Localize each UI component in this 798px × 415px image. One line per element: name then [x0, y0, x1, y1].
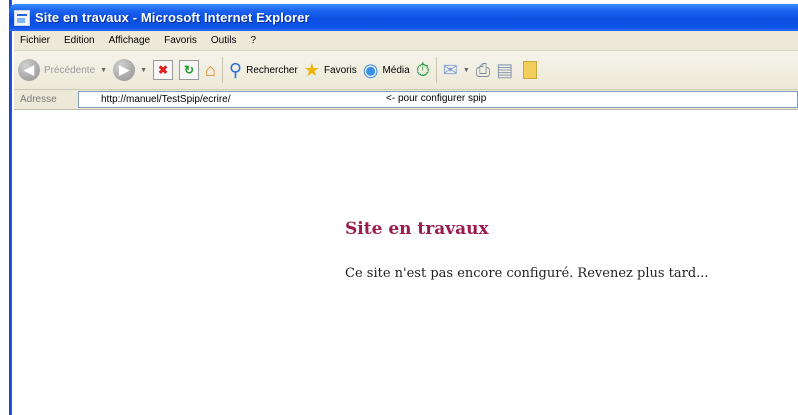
window-title: Site en travaux - Microsoft Internet Exp…	[35, 10, 310, 25]
back-icon: ◀	[18, 59, 40, 81]
title-bar[interactable]: Site en travaux - Microsoft Internet Exp…	[9, 4, 798, 31]
page-content: Site en travaux Ce site n'est pas encore…	[14, 111, 798, 415]
back-label: Précédente	[44, 64, 96, 76]
stop-button[interactable]: ✖	[153, 60, 174, 80]
search-icon: ⚲	[228, 60, 243, 80]
folder-icon	[523, 61, 538, 79]
media-label: Média	[382, 64, 410, 76]
forward-button[interactable]: ▶ ▼	[113, 59, 147, 81]
forward-icon: ▶	[113, 59, 136, 81]
page-title: Site en travaux	[345, 219, 489, 239]
menu-fichier[interactable]: Fichier	[20, 35, 50, 46]
print-button[interactable]: ⎙	[476, 60, 490, 80]
address-label: Adresse	[20, 94, 57, 105]
folder-button[interactable]	[519, 61, 538, 79]
mail-dropdown-icon[interactable]: ▼	[463, 67, 470, 74]
menu-favoris[interactable]: Favoris	[164, 35, 197, 46]
menu-affichage[interactable]: Affichage	[109, 35, 151, 46]
media-button[interactable]: ◉ Média	[363, 60, 410, 80]
home-button[interactable]: ⌂	[205, 60, 216, 80]
browser-window: Site en travaux - Microsoft Internet Exp…	[0, 0, 798, 415]
toolbar: ◀ Précédente ▼ ▶ ▼ ✖ ↻ ⌂ ⚲ Rechercher ★ …	[14, 51, 798, 90]
favorites-label: Favoris	[323, 64, 357, 76]
print-icon: ⎙	[475, 60, 491, 80]
toolbar-separator	[435, 57, 437, 83]
refresh-button[interactable]: ↻	[179, 60, 200, 80]
menu-help[interactable]: ?	[250, 35, 256, 46]
star-icon: ★	[303, 60, 320, 80]
history-icon: ⏱	[415, 60, 430, 80]
home-icon: ⌂	[205, 60, 216, 80]
history-button[interactable]: ⏱	[416, 60, 430, 80]
globe-icon: ◉	[362, 60, 379, 80]
menu-bar: Fichier Edition Affichage Favoris Outils…	[14, 31, 798, 51]
search-button[interactable]: ⚲ Rechercher	[229, 60, 298, 80]
menu-outils[interactable]: Outils	[211, 35, 237, 46]
edit-icon: ▤	[496, 60, 514, 80]
address-bar: Adresse http://manuel/TestSpip/ecrire/ <…	[14, 90, 798, 110]
mail-icon: ✉	[442, 60, 458, 80]
refresh-icon: ↻	[179, 60, 200, 80]
edit-button[interactable]: ▤	[496, 60, 513, 80]
menu-edition[interactable]: Edition	[64, 35, 95, 46]
mail-button[interactable]: ✉ ▼	[443, 60, 470, 80]
forward-dropdown-icon[interactable]: ▼	[140, 67, 147, 74]
page-message: Ce site n'est pas encore configuré. Reve…	[345, 266, 709, 281]
back-dropdown-icon[interactable]: ▼	[100, 67, 107, 74]
toolbar-separator	[221, 57, 223, 83]
back-button[interactable]: ◀ Précédente ▼	[18, 59, 107, 81]
ie-page-icon	[14, 9, 30, 26]
address-annotation: <- pour configurer spip	[386, 93, 487, 104]
search-label: Rechercher	[246, 64, 298, 76]
favorites-button[interactable]: ★ Favoris	[304, 60, 357, 80]
stop-icon: ✖	[153, 60, 174, 80]
window-frame-left	[0, 0, 14, 415]
